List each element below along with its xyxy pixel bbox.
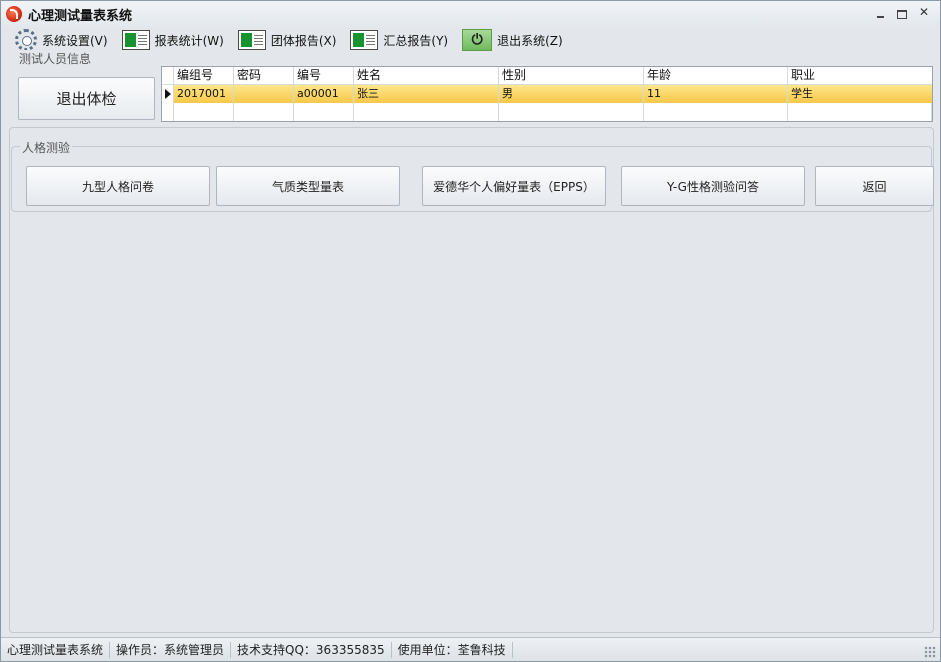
table-cell[interactable]: 学生 [788,85,932,103]
yg-personality-button[interactable]: Y-G性格测验问答 [621,166,805,206]
column-header[interactable]: 密码 [234,67,294,84]
menu-group-report[interactable]: 团体报告(X) [237,28,337,52]
row-selector[interactable] [162,103,174,121]
column-header[interactable]: 年龄 [644,67,788,84]
menu-bar: 系统设置(V) 报表统计(W) 团体报告(X) 汇总报告(Y) ⏻ 退出系统(Z… [1,27,940,53]
column-header[interactable]: 职业 [788,67,932,84]
status-app-name: 心理测试量表系统 [1,641,111,658]
window-controls: ✕ [872,5,932,21]
report-icon [237,30,266,50]
table-cell[interactable] [174,103,234,121]
table-cell[interactable] [234,103,294,121]
status-support: 技术支持QQ：363355835 [231,641,392,658]
row-pointer-icon [165,89,171,99]
tester-grid[interactable]: 编组号 密码 编号 姓名 性别 年龄 职业 2017001 a00001 张三 … [161,66,933,122]
tester-info-legend: 测试人员信息 [17,50,94,67]
table-cell[interactable] [644,103,788,121]
app-window: 心理测试量表系统 ✕ 系统设置(V) 报表统计(W) 团体报告(X) 汇总报告(… [0,0,941,662]
table-cell[interactable]: 张三 [354,85,499,103]
temperament-scale-button[interactable]: 气质类型量表 [216,166,400,206]
menu-exit-system[interactable]: ⏻ 退出系统(Z) [462,28,563,52]
table-cell[interactable] [294,103,354,121]
menu-label: 系统设置(V) [42,33,108,48]
menu-label: 汇总报告(Y) [383,33,449,48]
grid-header: 编组号 密码 编号 姓名 性别 年龄 职业 [162,67,932,85]
menu-report-stats[interactable]: 报表统计(W) [121,28,224,52]
status-unit: 使用单位：荃鲁科技 [392,641,513,658]
table-cell[interactable]: 2017001 [174,85,234,103]
report-icon [350,30,379,50]
table-cell[interactable]: 男 [499,85,644,103]
table-cell[interactable]: a00001 [294,85,354,103]
minimize-icon[interactable] [872,5,888,21]
menu-summary-report[interactable]: 汇总报告(Y) [350,28,448,52]
maximize-icon[interactable] [894,5,910,21]
column-header[interactable]: 编组号 [174,67,234,84]
status-bar: 心理测试量表系统 操作员：系统管理员 技术支持QQ：363355835 使用单位… [1,637,940,661]
app-logo-icon [6,6,22,22]
column-header[interactable]: 编号 [294,67,354,84]
resize-grip-icon[interactable] [924,646,936,658]
table-row-empty[interactable] [162,103,932,121]
row-header-corner [162,67,174,84]
table-cell[interactable] [499,103,644,121]
title-bar[interactable]: 心理测试量表系统 ✕ [1,1,940,27]
close-icon[interactable]: ✕ [916,5,932,21]
enneagram-button[interactable]: 九型人格问卷 [26,166,210,206]
table-cell[interactable] [354,103,499,121]
column-header[interactable]: 姓名 [354,67,499,84]
report-icon [121,30,150,50]
menu-system-settings[interactable]: 系统设置(V) [15,28,108,52]
window-title: 心理测试量表系统 [28,8,133,24]
column-header[interactable]: 性别 [499,67,644,84]
table-row[interactable]: 2017001 a00001 张三 男 11 学生 [162,85,932,103]
row-selector[interactable] [162,85,174,103]
epps-button[interactable]: 爱德华个人偏好量表（EPPS） [422,166,606,206]
table-cell[interactable] [234,85,294,103]
table-cell[interactable]: 11 [644,85,788,103]
menu-label: 团体报告(X) [270,33,337,48]
menu-label: 报表统计(W) [154,33,224,48]
return-button[interactable]: 返回 [815,166,934,206]
exit-exam-button[interactable]: 退出体检 [18,77,155,120]
table-cell[interactable] [788,103,932,121]
personality-test-legend: 人格测验 [20,139,73,156]
menu-label: 退出系统(Z) [497,33,563,48]
gear-icon [15,29,37,51]
status-operator: 操作员：系统管理员 [110,641,232,658]
power-icon: ⏻ [462,29,493,51]
